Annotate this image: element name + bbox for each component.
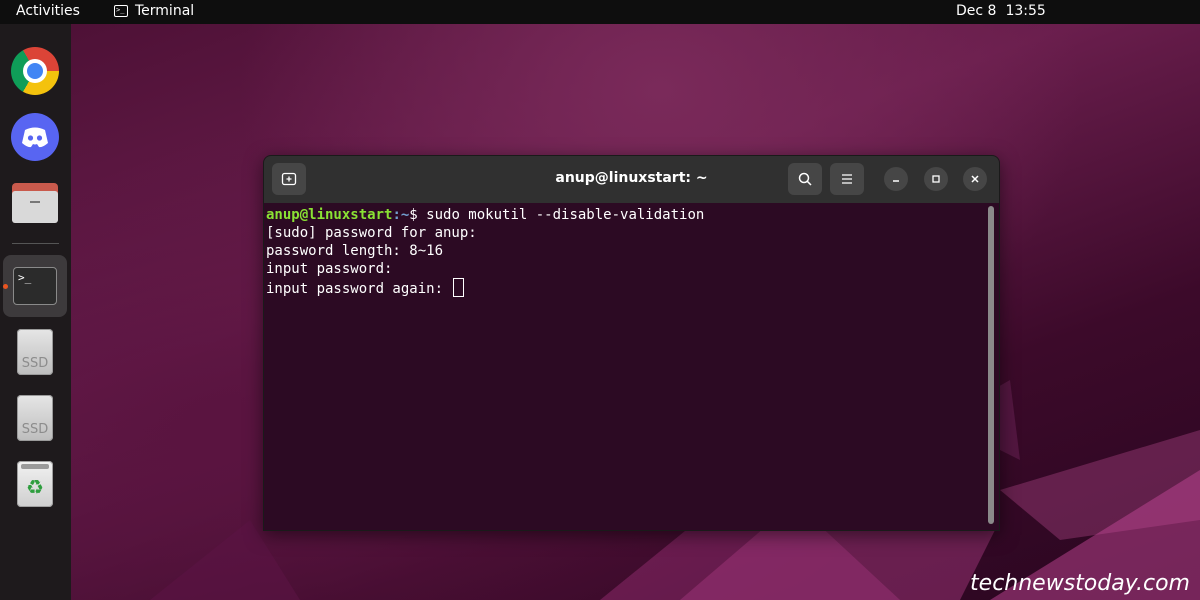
minimize-button[interactable]: [884, 167, 908, 191]
output-line: password length: 8~16: [266, 243, 444, 259]
terminal-window[interactable]: anup@linuxstart: ~ anup@linuxstart:~$ su…: [263, 155, 1000, 531]
prompt-symbol: $: [409, 207, 427, 223]
maximize-icon: [932, 175, 940, 183]
clock-date: Dec 8: [956, 3, 997, 19]
search-button[interactable]: [788, 163, 822, 195]
hamburger-icon: [842, 174, 852, 184]
search-icon: [798, 172, 812, 186]
scrollbar[interactable]: [988, 206, 994, 524]
activities-button[interactable]: Activities: [16, 3, 80, 19]
close-icon: [971, 175, 979, 183]
drive-icon[interactable]: SSD: [17, 329, 53, 375]
drive-label: SSD: [21, 356, 49, 371]
trash-icon[interactable]: ♻: [17, 461, 53, 507]
menu-button[interactable]: [830, 163, 864, 195]
title-bar[interactable]: anup@linuxstart: ~: [264, 156, 999, 203]
minimize-icon: [893, 180, 899, 182]
drive-label: SSD: [21, 422, 49, 437]
dock-separator: [12, 243, 59, 244]
close-button[interactable]: [963, 167, 987, 191]
app-menu-label: Terminal: [135, 3, 195, 19]
clock-time: 13:55: [1005, 3, 1046, 19]
input-line: input password again:: [266, 278, 704, 298]
output-line: input password:: [266, 261, 393, 277]
app-menu-button[interactable]: >_ Terminal: [114, 3, 194, 19]
discord-icon[interactable]: [11, 113, 59, 161]
clock-button[interactable]: Dec 8 13:55: [956, 3, 1046, 19]
command-line: anup@linuxstart:~$ sudo mokutil --disabl…: [266, 206, 704, 224]
text-cursor: [453, 278, 465, 297]
terminal-output[interactable]: anup@linuxstart:~$ sudo mokutil --disabl…: [266, 206, 704, 298]
drive-icon[interactable]: SSD: [17, 395, 53, 441]
command-text: sudo mokutil --disable-validation: [426, 207, 705, 223]
terminal-icon: >_: [114, 5, 128, 17]
output-line: input password again:: [266, 281, 452, 297]
files-icon[interactable]: [11, 179, 59, 227]
terminal-icon[interactable]: >_: [13, 267, 57, 305]
top-bar: Activities >_ Terminal Dec 8 13:55: [0, 0, 1200, 24]
recycle-icon: ♻: [26, 475, 44, 499]
output-line: [sudo] password for anup:: [266, 225, 477, 241]
watermark: technewstoday.com: [970, 571, 1190, 596]
prompt-path: :~: [392, 207, 410, 223]
maximize-button[interactable]: [924, 167, 948, 191]
prompt-user: anup@linuxstart: [266, 207, 393, 223]
chrome-icon[interactable]: [11, 47, 59, 95]
dock: >_ SSD SSD ♻: [0, 24, 71, 600]
running-indicator: [3, 284, 8, 289]
